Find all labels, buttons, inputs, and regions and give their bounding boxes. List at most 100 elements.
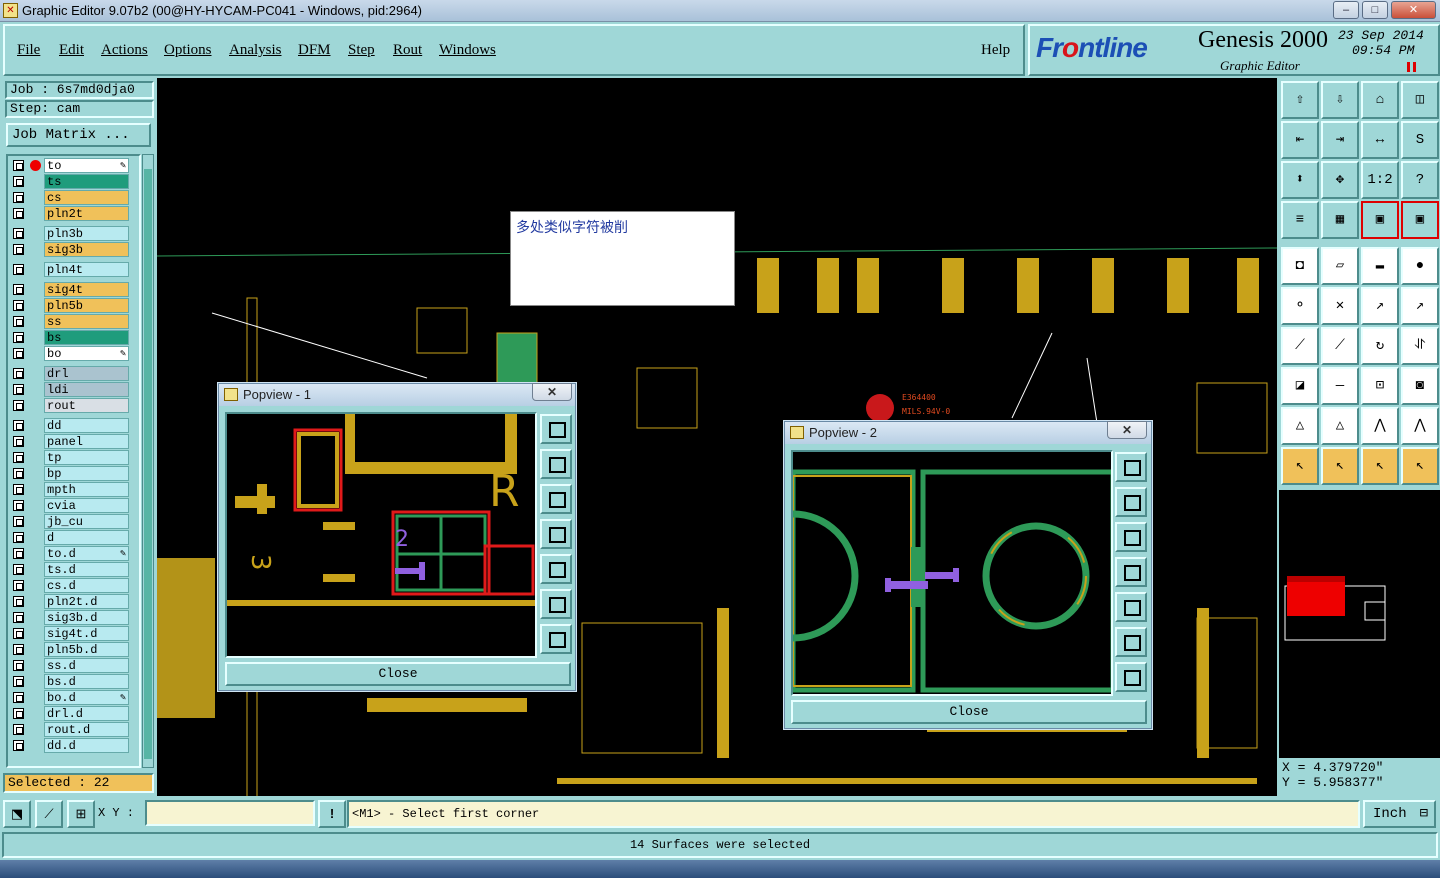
menu-help[interactable]: Help [981,42,1010,59]
mini-view[interactable] [1279,490,1440,758]
grid-icon[interactable]: ⊞ [67,800,95,828]
tool-button-1-0[interactable]: ⇤ [1281,121,1319,159]
tool-button-0-1[interactable]: ⇩ [1321,81,1359,119]
layer-name[interactable]: pln5b.d [44,642,129,657]
xy-input[interactable] [145,800,315,826]
layer-checkbox[interactable] [13,284,24,295]
layer-name[interactable]: rout [44,398,129,413]
layer-name[interactable]: ts.d [44,562,129,577]
tool-button-8-0[interactable]: △ [1281,407,1319,445]
menu-dfm[interactable]: DFM [298,42,331,59]
layer-checkbox[interactable] [13,348,24,359]
layer-row-d[interactable]: d [10,530,138,545]
popview-2-tool-5[interactable] [1115,592,1147,622]
layer-row-bo[interactable]: bo ✎ [10,346,138,361]
layer-checkbox[interactable] [13,564,24,575]
tool-button-0-0[interactable]: ⇧ [1281,81,1319,119]
popview-2-close-x[interactable]: ✕ [1107,421,1147,439]
layer-checkbox[interactable] [13,420,24,431]
layer-name[interactable]: ss [44,314,129,329]
popview-2-tool-2[interactable] [1115,487,1147,517]
tool-button-4-2[interactable]: ▬ [1361,247,1399,285]
layer-name[interactable]: tp [44,450,129,465]
layer-name[interactable]: cs [44,190,129,205]
popview-1-tool-3[interactable] [540,484,572,514]
tool-button-7-3[interactable]: ◙ [1401,367,1439,405]
layer-name[interactable]: cvia [44,498,129,513]
popview-1-tool-7[interactable] [540,624,572,654]
layer-row-pln5b-d[interactable]: pln5b.d [10,642,138,657]
layer-name[interactable]: pln2t [44,206,129,221]
tool-button-4-3[interactable]: ● [1401,247,1439,285]
tool-button-0-2[interactable]: ⌂ [1361,81,1399,119]
maximize-button[interactable]: □ [1362,1,1388,19]
layer-name[interactable]: pln4t [44,262,129,277]
menu-file[interactable]: File [17,42,40,59]
tool-button-4-0[interactable]: ◘ [1281,247,1319,285]
popview-2-viewport[interactable] [791,450,1113,696]
layer-row-sig4t[interactable]: sig4t [10,282,138,297]
layer-row-dd[interactable]: dd [10,418,138,433]
layer-checkbox[interactable] [13,208,24,219]
scrollbar-thumb[interactable] [144,169,152,759]
layer-checkbox[interactable] [13,612,24,623]
layer-name[interactable]: bo ✎ [44,346,129,361]
layer-row-panel[interactable]: panel [10,434,138,449]
layer-checkbox[interactable] [13,628,24,639]
layer-checkbox[interactable] [13,548,24,559]
tool-button-2-2[interactable]: 1:2 [1361,161,1399,199]
layer-row-mpth[interactable]: mpth [10,482,138,497]
tool-button-2-3[interactable]: ? [1401,161,1439,199]
unit-selector[interactable]: Inch ⊟ [1363,800,1436,828]
popview-2-tool-7[interactable] [1115,662,1147,692]
layer-checkbox[interactable] [13,676,24,687]
layer-checkbox[interactable] [13,332,24,343]
layer-checkbox[interactable] [13,264,24,275]
layer-checkbox[interactable] [13,384,24,395]
popview-1-close-x[interactable]: ✕ [532,383,572,401]
popview-2-tool-6[interactable] [1115,627,1147,657]
layer-checkbox[interactable] [13,532,24,543]
layer-name[interactable]: to.d ✎ [44,546,129,561]
layer-checkbox[interactable] [13,516,24,527]
layer-row-ss-d[interactable]: ss.d [10,658,138,673]
layer-checkbox[interactable] [13,436,24,447]
tool-button-6-0[interactable]: ⟋ [1281,327,1319,365]
snap-icon[interactable]: ⬔ [3,800,31,828]
layer-checkbox[interactable] [13,580,24,591]
layer-row-cs[interactable]: cs [10,190,138,205]
job-matrix-button[interactable]: Job Matrix ... [6,123,151,147]
alert-button[interactable]: ! [318,800,346,828]
layer-name[interactable]: dd.d [44,738,129,753]
layer-name[interactable]: ss.d [44,658,129,673]
layer-row-bp[interactable]: bp [10,466,138,481]
layer-name[interactable]: rout.d [44,722,129,737]
layer-name[interactable]: panel [44,434,129,449]
layer-row-pln2t[interactable]: pln2t [10,206,138,221]
layer-name[interactable]: ldi [44,382,129,397]
tool-button-3-1[interactable]: ▦ [1321,201,1359,239]
menu-rout[interactable]: Rout [393,42,422,59]
layer-name[interactable]: bo.d ✎ [44,690,129,705]
layer-checkbox[interactable] [13,316,24,327]
layer-row-bs[interactable]: bs [10,330,138,345]
tool-button-5-2[interactable]: ↗ [1361,287,1399,325]
layer-name[interactable]: sig4t.d [44,626,129,641]
layer-checkbox[interactable] [13,596,24,607]
layer-row-rout[interactable]: rout [10,398,138,413]
layer-row-bo-d[interactable]: bo.d ✎ [10,690,138,705]
layer-row-cvia[interactable]: cvia [10,498,138,513]
layer-checkbox[interactable] [13,400,24,411]
popview-1-tool-1[interactable] [540,414,572,444]
menu-options[interactable]: Options [164,42,212,59]
tool-button-5-1[interactable]: ✕ [1321,287,1359,325]
menu-edit[interactable]: Edit [59,42,84,59]
tool-button-4-1[interactable]: ▱ [1321,247,1359,285]
popview-1-close-button[interactable]: Close [225,662,571,686]
layer-checkbox[interactable] [13,484,24,495]
layer-name[interactable]: pln2t.d [44,594,129,609]
layer-name[interactable]: ts [44,174,129,189]
layer-checkbox[interactable] [13,708,24,719]
tool-button-9-3[interactable]: ↖ [1401,447,1439,485]
popview-2-tool-4[interactable] [1115,557,1147,587]
